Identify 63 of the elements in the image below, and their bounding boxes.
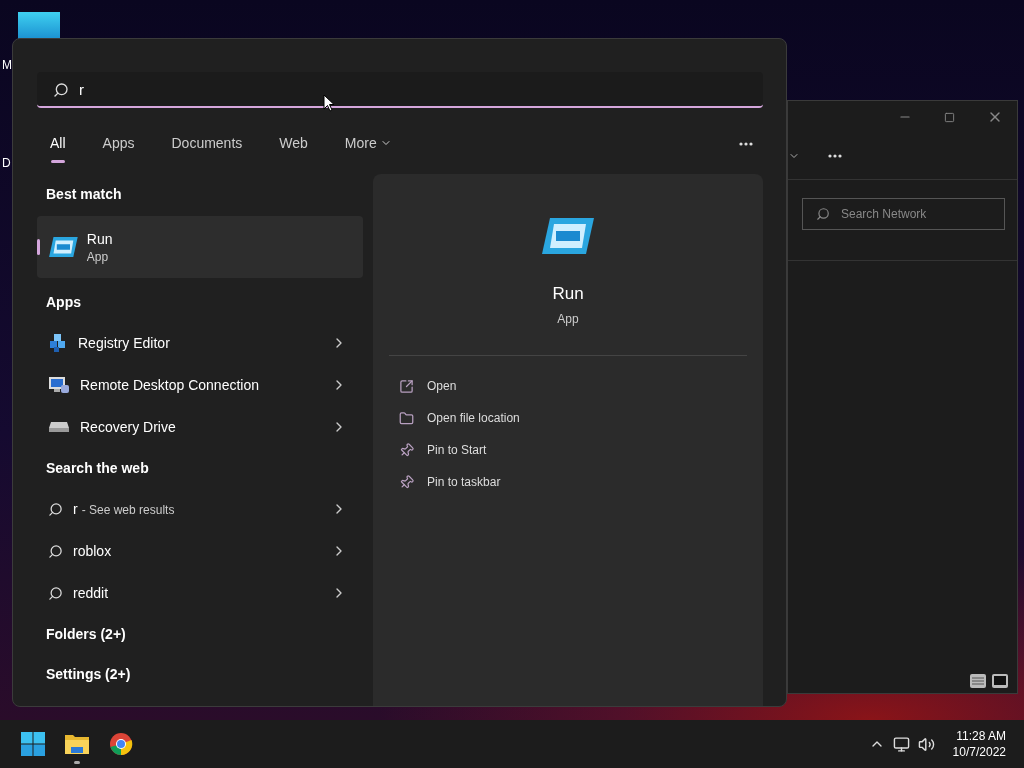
time-text: 11:28 AM [956,728,1006,744]
result-group-link[interactable]: Settings (2+) [37,654,363,694]
search-icon [48,585,63,601]
file-explorer-icon[interactable] [64,733,90,755]
filter-tab[interactable]: Web [279,125,308,163]
more-icon [828,154,842,158]
desktop-icon-label: D [2,156,11,170]
folder-icon [399,410,414,426]
volume-icon[interactable] [917,735,935,753]
search-icon [48,543,63,559]
desktop-icon[interactable] [18,12,60,40]
desktop-icon-label: M [2,58,12,72]
browser-icon[interactable] [109,732,133,756]
web-result[interactable]: r - See web results [37,488,363,530]
drive-icon [48,420,70,434]
network-icon[interactable] [892,735,910,753]
action-item[interactable]: Open [389,370,747,402]
detail-title: Run [552,284,584,304]
run-icon [48,236,79,258]
item-subtitle: App [86,249,110,264]
section-heading: Best match [45,185,123,204]
filter-tab[interactable]: Documents [171,125,243,163]
mouse-pointer-icon [323,94,335,112]
open-external-icon [399,378,414,394]
detail-subtitle: App [557,312,579,326]
filter-tab[interactable]: All [50,125,66,163]
web-result[interactable]: roblox [37,530,363,572]
action-item[interactable]: Pin to taskbar [389,466,747,498]
search-field[interactable]: Search Network [802,198,1005,230]
clock[interactable]: 11:28 AM 10/7/2022 [952,728,1006,760]
tiles-view-button[interactable] [991,673,1009,689]
result-group-link[interactable]: Folders (2+) [37,614,363,654]
search-query: roblox [73,543,112,559]
maximize-icon [944,111,955,123]
search-icon [816,207,830,221]
search-query: reddit [73,585,109,601]
filter-tab[interactable]: More [344,125,392,163]
date-text: 10/7/2022 [952,744,1006,760]
more-icon [739,142,753,146]
app-result[interactable]: Recovery Drive [37,406,363,448]
best-match-item[interactable]: Run App [37,216,363,278]
action-item[interactable]: Open file location [389,402,747,434]
monitor-icon [48,375,70,395]
cubes-icon [48,333,68,353]
search-hint: - See web results [81,503,175,517]
app-result[interactable]: Remote Desktop Connection [37,364,363,406]
filter-tab[interactable]: Apps [102,125,135,163]
section-heading: Apps [45,293,82,312]
search-icon [53,82,69,98]
section-heading: Search the web [45,459,150,478]
app-name: Remote Desktop Connection [80,377,260,393]
action-item[interactable]: Pin to Start [389,434,747,466]
run-icon [540,216,596,256]
details-view-button[interactable] [969,673,987,689]
app-result[interactable]: Registry Editor [37,322,363,364]
search-icon [48,501,63,517]
app-name: Recovery Drive [80,419,177,435]
app-name: Registry Editor [78,335,171,351]
item-title: Run [86,230,113,247]
search-field[interactable]: r [37,72,763,108]
search-query: r [73,501,78,517]
web-result[interactable]: reddit [37,572,363,614]
windows-start-icon[interactable] [21,732,45,756]
